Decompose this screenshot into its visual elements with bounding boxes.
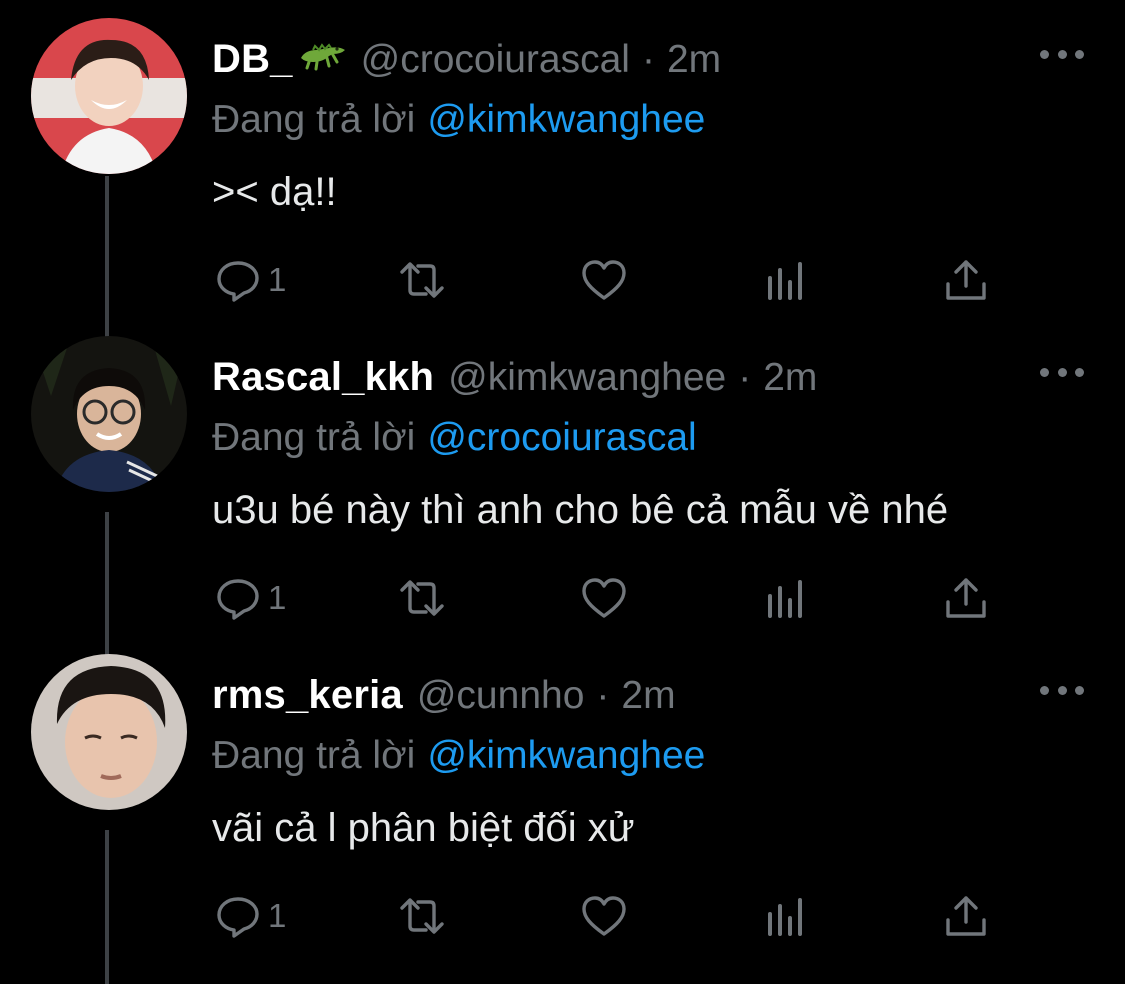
timestamp[interactable]: 2m <box>621 674 675 718</box>
analytics-icon <box>768 262 802 300</box>
replying-to: Đang trả lời @kimkwanghee <box>212 98 705 142</box>
user-handle[interactable]: @cunnho <box>417 674 585 718</box>
crocodile-emoji-icon <box>300 43 345 71</box>
avatar[interactable] <box>31 336 187 492</box>
action-bar: 1 <box>0 568 1125 628</box>
replying-to-label: Đang trả lời <box>212 416 416 459</box>
avatar-image <box>31 336 187 492</box>
tweet-text: u3u bé này thì anh cho bê cả mẫu về nhé <box>212 488 949 532</box>
display-name[interactable]: rms_keria <box>212 673 403 718</box>
display-name[interactable]: Rascal_kkh <box>212 355 434 400</box>
share-icon <box>946 578 986 618</box>
retweet-icon <box>400 262 444 298</box>
reply-icon <box>217 579 259 620</box>
timestamp[interactable]: 2m <box>667 38 721 82</box>
analytics-icon <box>768 898 802 936</box>
like-button[interactable] <box>580 250 628 310</box>
like-button[interactable] <box>580 886 628 946</box>
avatar-image <box>31 654 187 810</box>
share-button[interactable] <box>942 250 990 310</box>
retweet-button[interactable] <box>394 568 450 628</box>
tweet-header: Rascal_kkh @kimkwanghee · 2m <box>212 355 817 405</box>
reply-button[interactable]: 1 <box>214 886 286 946</box>
replying-to-label: Đang trả lời <box>212 734 416 777</box>
retweet-icon <box>400 898 444 934</box>
more-options-icon[interactable] <box>1040 680 1084 700</box>
share-button[interactable] <box>942 568 990 628</box>
reply-button[interactable]: 1 <box>214 568 286 628</box>
reply-icon <box>217 261 259 302</box>
analytics-icon <box>768 580 802 618</box>
analytics-button[interactable] <box>762 568 810 628</box>
reply-count: 1 <box>268 261 287 298</box>
separator-dot: · <box>738 356 752 399</box>
replying-to: Đang trả lời @kimkwanghee <box>212 734 705 778</box>
replying-to-link[interactable]: @kimkwanghee <box>427 98 705 141</box>
heart-icon <box>582 578 626 618</box>
replying-to-link[interactable]: @kimkwanghee <box>427 734 705 777</box>
more-options-icon[interactable] <box>1040 362 1084 382</box>
avatar[interactable] <box>31 654 187 810</box>
retweet-button[interactable] <box>394 250 450 310</box>
share-button[interactable] <box>942 886 990 946</box>
separator-dot: · <box>641 38 655 81</box>
tweet-header: rms_keria @cunnho · 2m <box>212 673 676 723</box>
heart-icon <box>582 896 626 936</box>
reply-count: 1 <box>268 897 287 934</box>
tweet[interactable]: DB_ @crocoiurascal · 2m Đang trả lời @kim… <box>0 0 1125 316</box>
tweet[interactable]: rms_keria @cunnho · 2m Đang trả lời @kimk… <box>0 636 1125 952</box>
analytics-button[interactable] <box>762 886 810 946</box>
more-options-icon[interactable] <box>1040 44 1084 64</box>
action-bar: 1 <box>0 886 1125 946</box>
tweet-text: >< dạ!! <box>212 170 337 214</box>
timestamp[interactable]: 2m <box>763 356 817 400</box>
share-icon <box>946 260 986 300</box>
share-icon <box>946 896 986 936</box>
action-bar: 1 <box>0 250 1125 310</box>
reply-button[interactable]: 1 <box>214 250 286 310</box>
tweet[interactable]: Rascal_kkh @kimkwanghee · 2m Đang trả lờ… <box>0 318 1125 634</box>
tweet-header: DB_ @crocoiurascal · 2m <box>212 37 721 87</box>
analytics-button[interactable] <box>762 250 810 310</box>
user-handle[interactable]: @kimkwanghee <box>448 356 726 400</box>
replying-to-label: Đang trả lời <box>212 98 416 141</box>
user-handle[interactable]: @crocoiurascal <box>361 38 630 82</box>
replying-to-link[interactable]: @crocoiurascal <box>427 416 696 459</box>
retweet-icon <box>400 580 444 616</box>
separator-dot: · <box>596 674 610 717</box>
tweet-text: vãi cả l phân biệt đối xử <box>212 806 635 850</box>
reply-count: 1 <box>268 579 287 616</box>
reply-icon <box>217 897 259 938</box>
replying-to: Đang trả lời @crocoiurascal <box>212 416 697 460</box>
avatar-image <box>31 18 187 174</box>
retweet-button[interactable] <box>394 886 450 946</box>
like-button[interactable] <box>580 568 628 628</box>
display-name[interactable]: DB_ <box>212 37 293 82</box>
avatar[interactable] <box>31 18 187 174</box>
heart-icon <box>582 260 626 300</box>
